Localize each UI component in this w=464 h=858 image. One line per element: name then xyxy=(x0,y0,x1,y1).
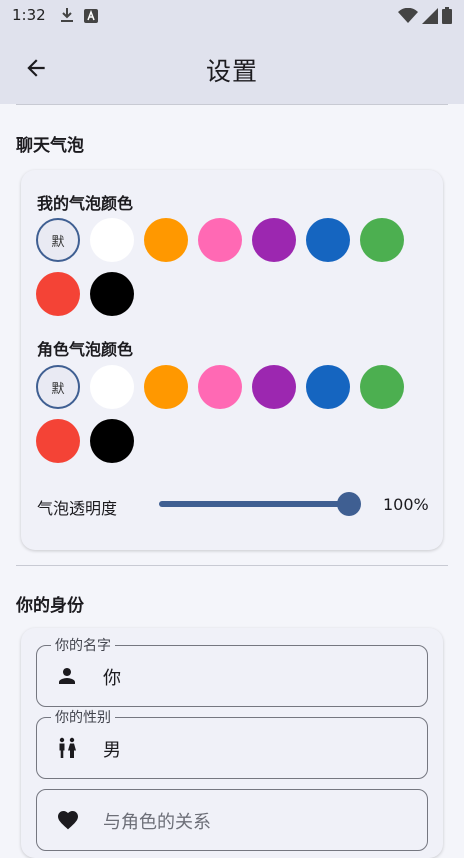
my-bubble-color-swatch[interactable] xyxy=(252,218,296,262)
status-time: 1:32 xyxy=(12,6,46,24)
section-title-chat-bubble: 聊天气泡 xyxy=(16,136,84,156)
my-bubble-color-swatch[interactable] xyxy=(306,218,350,262)
name-field-label: 你的名字 xyxy=(51,635,115,655)
relation-field[interactable]: 与角色的关系 xyxy=(36,789,428,851)
role-bubble-color-swatch[interactable] xyxy=(306,365,350,409)
wifi-icon xyxy=(398,7,418,28)
opacity-label: 气泡透明度 xyxy=(37,499,118,518)
people-icon xyxy=(55,736,79,760)
role-bubble-color-swatch[interactable] xyxy=(360,365,404,409)
battery-icon xyxy=(442,7,452,28)
page-title: 设置 xyxy=(205,57,258,86)
opacity-slider-track[interactable] xyxy=(159,501,349,507)
my-bubble-default-swatch[interactable]: 默 xyxy=(36,218,80,262)
my-bubble-color-swatch[interactable] xyxy=(360,218,404,262)
download-icon xyxy=(60,7,74,27)
relation-field-placeholder: 与角色的关系 xyxy=(103,812,211,833)
bubble-settings-card: 我的气泡颜色 默 角色气泡颜色 默 气泡透明度 100% xyxy=(21,170,443,550)
my-bubble-color-swatch[interactable] xyxy=(198,218,242,262)
my-bubble-color-label: 我的气泡颜色 xyxy=(37,194,134,213)
my-bubble-color-swatch[interactable] xyxy=(90,218,134,262)
opacity-slider-thumb[interactable] xyxy=(337,492,361,516)
name-field[interactable]: 你的名字 你 xyxy=(36,635,428,707)
divider xyxy=(16,104,448,105)
role-bubble-default-swatch[interactable]: 默 xyxy=(36,365,80,409)
name-field-value: 你 xyxy=(103,668,121,689)
a-badge-icon xyxy=(84,8,98,27)
role-bubble-color-swatch[interactable] xyxy=(144,365,188,409)
role-bubble-color-swatch[interactable] xyxy=(90,365,134,409)
app-bar: 设置 xyxy=(0,32,464,104)
section-title-identity: 你的身份 xyxy=(16,596,84,616)
my-bubble-color-swatch[interactable] xyxy=(144,218,188,262)
role-bubble-color-swatch[interactable] xyxy=(90,419,134,463)
divider xyxy=(16,565,448,566)
signal-icon xyxy=(422,7,438,28)
my-bubble-color-swatch[interactable] xyxy=(90,272,134,316)
gender-field-value: 男 xyxy=(103,740,121,761)
heart-icon xyxy=(55,808,79,832)
gender-field-label: 你的性别 xyxy=(51,707,115,727)
role-bubble-color-swatch[interactable] xyxy=(36,419,80,463)
role-bubble-color-swatch[interactable] xyxy=(252,365,296,409)
gender-field[interactable]: 你的性别 男 xyxy=(36,707,428,779)
my-bubble-color-swatch[interactable] xyxy=(36,272,80,316)
person-icon xyxy=(55,664,79,688)
role-bubble-color-label: 角色气泡颜色 xyxy=(37,340,134,359)
status-bar: 1:32 xyxy=(0,0,464,32)
role-bubble-color-swatch[interactable] xyxy=(198,365,242,409)
opacity-value: 100% xyxy=(383,495,429,514)
